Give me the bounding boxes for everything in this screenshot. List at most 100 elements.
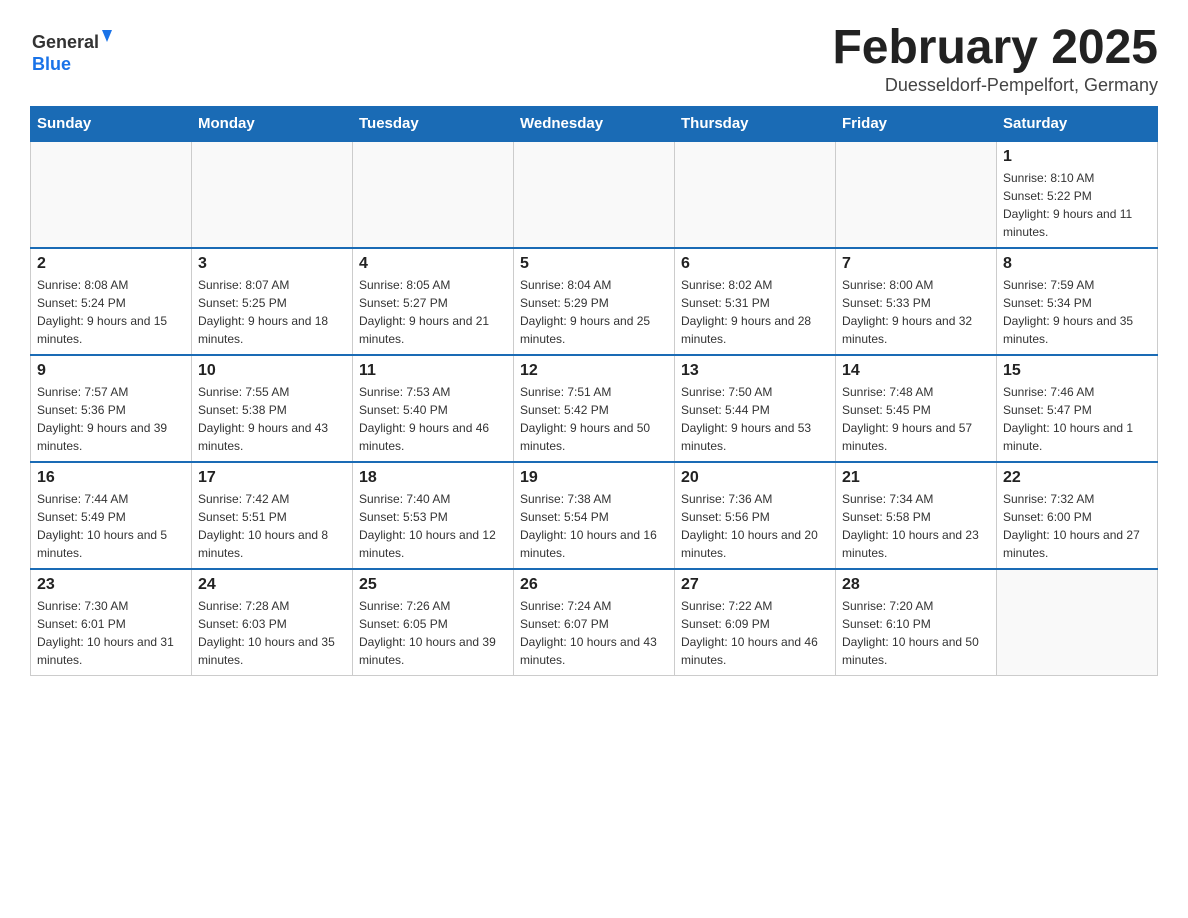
weekday-header-sunday: Sunday [31, 107, 192, 142]
day-info: Sunrise: 8:10 AM Sunset: 5:22 PM Dayligh… [1003, 169, 1151, 241]
day-info: Sunrise: 7:57 AM Sunset: 5:36 PM Dayligh… [37, 383, 185, 455]
day-info: Sunrise: 8:02 AM Sunset: 5:31 PM Dayligh… [681, 276, 829, 348]
day-info: Sunrise: 7:59 AM Sunset: 5:34 PM Dayligh… [1003, 276, 1151, 348]
day-number: 20 [681, 469, 829, 487]
calendar-cell: 23 Sunrise: 7:30 AM Sunset: 6:01 PM Dayli… [31, 569, 192, 676]
day-info: Sunrise: 7:22 AM Sunset: 6:09 PM Dayligh… [681, 597, 829, 669]
title-block: February 2025 Duesseldorf-Pempelfort, Ge… [832, 20, 1158, 96]
calendar-cell: 4 Sunrise: 8:05 AM Sunset: 5:27 PM Daylig… [353, 248, 514, 355]
logo-graphic: General Blue [30, 20, 120, 85]
calendar-cell: 9 Sunrise: 7:57 AM Sunset: 5:36 PM Daylig… [31, 355, 192, 462]
calendar-cell: 20 Sunrise: 7:36 AM Sunset: 5:56 PM Dayli… [675, 462, 836, 569]
day-info: Sunrise: 7:44 AM Sunset: 5:49 PM Dayligh… [37, 490, 185, 562]
day-number: 27 [681, 576, 829, 594]
calendar-cell [31, 141, 192, 248]
weekday-header-monday: Monday [192, 107, 353, 142]
calendar-cell [997, 569, 1158, 676]
weekday-header-friday: Friday [836, 107, 997, 142]
day-number: 7 [842, 255, 990, 273]
calendar-cell [836, 141, 997, 248]
calendar-cell [353, 141, 514, 248]
calendar-cell [675, 141, 836, 248]
day-info: Sunrise: 7:42 AM Sunset: 5:51 PM Dayligh… [198, 490, 346, 562]
calendar-cell: 15Sunrise: 7:46 AM Sunset: 5:47 PM Dayli… [997, 355, 1158, 462]
day-number: 5 [520, 255, 668, 273]
calendar-cell: 18 Sunrise: 7:40 AM Sunset: 5:53 PM Dayli… [353, 462, 514, 569]
day-number: 26 [520, 576, 668, 594]
weekday-header-tuesday: Tuesday [353, 107, 514, 142]
day-info: Sunrise: 8:04 AM Sunset: 5:29 PM Dayligh… [520, 276, 668, 348]
weekday-header-thursday: Thursday [675, 107, 836, 142]
day-number: 22 [1003, 469, 1151, 487]
day-info: Sunrise: 7:55 AM Sunset: 5:38 PM Dayligh… [198, 383, 346, 455]
day-info: Sunrise: 7:48 AM Sunset: 5:45 PM Dayligh… [842, 383, 990, 455]
day-info: Sunrise: 8:00 AM Sunset: 5:33 PM Dayligh… [842, 276, 990, 348]
day-info: Sunrise: 8:07 AM Sunset: 5:25 PM Dayligh… [198, 276, 346, 348]
calendar-week-3: 9 Sunrise: 7:57 AM Sunset: 5:36 PM Daylig… [31, 355, 1158, 462]
calendar-cell: 14 Sunrise: 7:48 AM Sunset: 5:45 PM Dayli… [836, 355, 997, 462]
calendar-week-4: 16Sunrise: 7:44 AM Sunset: 5:49 PM Dayli… [31, 462, 1158, 569]
day-info: Sunrise: 7:20 AM Sunset: 6:10 PM Dayligh… [842, 597, 990, 669]
day-number: 8 [1003, 255, 1151, 273]
calendar-week-2: 2 Sunrise: 8:08 AM Sunset: 5:24 PM Daylig… [31, 248, 1158, 355]
calendar-cell: 5 Sunrise: 8:04 AM Sunset: 5:29 PM Daylig… [514, 248, 675, 355]
day-number: 12 [520, 362, 668, 380]
day-info: Sunrise: 7:38 AM Sunset: 5:54 PM Dayligh… [520, 490, 668, 562]
weekday-header-row: SundayMondayTuesdayWednesdayThursdayFrid… [31, 107, 1158, 142]
day-number: 17 [198, 469, 346, 487]
weekday-header-wednesday: Wednesday [514, 107, 675, 142]
calendar-cell: 26Sunrise: 7:24 AM Sunset: 6:07 PM Dayli… [514, 569, 675, 676]
day-number: 28 [842, 576, 990, 594]
calendar-week-5: 23 Sunrise: 7:30 AM Sunset: 6:01 PM Dayli… [31, 569, 1158, 676]
calendar-cell: 11Sunrise: 7:53 AM Sunset: 5:40 PM Dayli… [353, 355, 514, 462]
day-info: Sunrise: 7:26 AM Sunset: 6:05 PM Dayligh… [359, 597, 507, 669]
calendar-cell: 22Sunrise: 7:32 AM Sunset: 6:00 PM Dayli… [997, 462, 1158, 569]
day-info: Sunrise: 7:50 AM Sunset: 5:44 PM Dayligh… [681, 383, 829, 455]
calendar-cell: 21 Sunrise: 7:34 AM Sunset: 5:58 PM Dayli… [836, 462, 997, 569]
day-info: Sunrise: 8:08 AM Sunset: 5:24 PM Dayligh… [37, 276, 185, 348]
calendar-cell: 12 Sunrise: 7:51 AM Sunset: 5:42 PM Dayli… [514, 355, 675, 462]
day-info: Sunrise: 7:51 AM Sunset: 5:42 PM Dayligh… [520, 383, 668, 455]
day-number: 13 [681, 362, 829, 380]
calendar-cell: 1 Sunrise: 8:10 AM Sunset: 5:22 PM Daylig… [997, 141, 1158, 248]
svg-text:General: General [32, 32, 99, 52]
calendar-cell: 3 Sunrise: 8:07 AM Sunset: 5:25 PM Daylig… [192, 248, 353, 355]
day-number: 25 [359, 576, 507, 594]
day-number: 9 [37, 362, 185, 380]
day-number: 19 [520, 469, 668, 487]
day-number: 4 [359, 255, 507, 273]
day-info: Sunrise: 7:34 AM Sunset: 5:58 PM Dayligh… [842, 490, 990, 562]
logo: General Blue [30, 20, 120, 85]
calendar-cell: 19 Sunrise: 7:38 AM Sunset: 5:54 PM Dayli… [514, 462, 675, 569]
calendar-cell: 7 Sunrise: 8:00 AM Sunset: 5:33 PM Daylig… [836, 248, 997, 355]
day-number: 3 [198, 255, 346, 273]
day-info: Sunrise: 7:28 AM Sunset: 6:03 PM Dayligh… [198, 597, 346, 669]
calendar-cell: 17 Sunrise: 7:42 AM Sunset: 5:51 PM Dayli… [192, 462, 353, 569]
calendar-cell: 16Sunrise: 7:44 AM Sunset: 5:49 PM Dayli… [31, 462, 192, 569]
page-header: General Blue February 2025 Duesseldorf-P… [30, 20, 1158, 96]
day-number: 10 [198, 362, 346, 380]
day-number: 1 [1003, 148, 1151, 166]
weekday-header-saturday: Saturday [997, 107, 1158, 142]
calendar-cell: 25 Sunrise: 7:26 AM Sunset: 6:05 PM Dayli… [353, 569, 514, 676]
calendar-cell: 6Sunrise: 8:02 AM Sunset: 5:31 PM Daylig… [675, 248, 836, 355]
calendar-week-1: 1 Sunrise: 8:10 AM Sunset: 5:22 PM Daylig… [31, 141, 1158, 248]
day-info: Sunrise: 7:40 AM Sunset: 5:53 PM Dayligh… [359, 490, 507, 562]
day-number: 24 [198, 576, 346, 594]
calendar-cell: 24 Sunrise: 7:28 AM Sunset: 6:03 PM Dayli… [192, 569, 353, 676]
calendar-cell [192, 141, 353, 248]
day-number: 21 [842, 469, 990, 487]
day-info: Sunrise: 7:53 AM Sunset: 5:40 PM Dayligh… [359, 383, 507, 455]
day-info: Sunrise: 7:36 AM Sunset: 5:56 PM Dayligh… [681, 490, 829, 562]
day-info: Sunrise: 7:46 AM Sunset: 5:47 PM Dayligh… [1003, 383, 1151, 455]
day-number: 2 [37, 255, 185, 273]
calendar-cell: 10 Sunrise: 7:55 AM Sunset: 5:38 PM Dayli… [192, 355, 353, 462]
calendar-cell: 27 Sunrise: 7:22 AM Sunset: 6:09 PM Dayli… [675, 569, 836, 676]
month-title: February 2025 [832, 20, 1158, 75]
day-info: Sunrise: 7:30 AM Sunset: 6:01 PM Dayligh… [37, 597, 185, 669]
calendar-cell: 28 Sunrise: 7:20 AM Sunset: 6:10 PM Dayli… [836, 569, 997, 676]
day-info: Sunrise: 8:05 AM Sunset: 5:27 PM Dayligh… [359, 276, 507, 348]
day-number: 18 [359, 469, 507, 487]
day-number: 23 [37, 576, 185, 594]
day-number: 14 [842, 362, 990, 380]
